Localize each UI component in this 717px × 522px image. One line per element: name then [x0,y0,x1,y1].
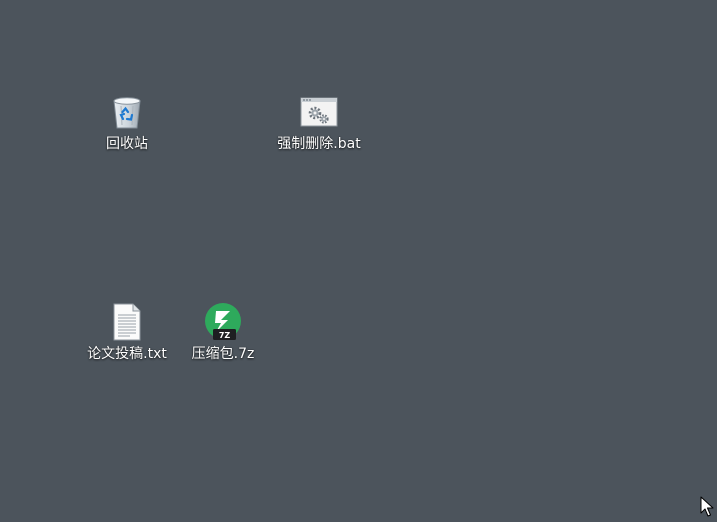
7z-archive-icon: 7Z [203,302,243,342]
recycle-bin-icon [107,92,147,132]
icon-label: 回收站 [106,136,148,152]
batch-file-gears-icon [299,92,339,132]
desktop[interactable]: 回收站 强制删除.bat 论文投稿.txt 7Z 压缩包.7z [0,0,717,520]
icon-label: 论文投稿.txt [87,346,167,362]
desktop-icon-text-file[interactable]: 论文投稿.txt [79,302,175,363]
desktop-icon-7z-archive[interactable]: 7Z 压缩包.7z [175,302,271,363]
icon-label: 压缩包.7z [191,346,255,362]
icon-label: 强制删除.bat [277,136,361,152]
mouse-pointer-icon [700,496,714,518]
text-document-icon [107,302,147,342]
desktop-icon-recycle-bin[interactable]: 回收站 [79,92,175,153]
7z-badge: 7Z [219,331,231,340]
desktop-icon-bat-file[interactable]: 强制删除.bat [271,92,367,153]
